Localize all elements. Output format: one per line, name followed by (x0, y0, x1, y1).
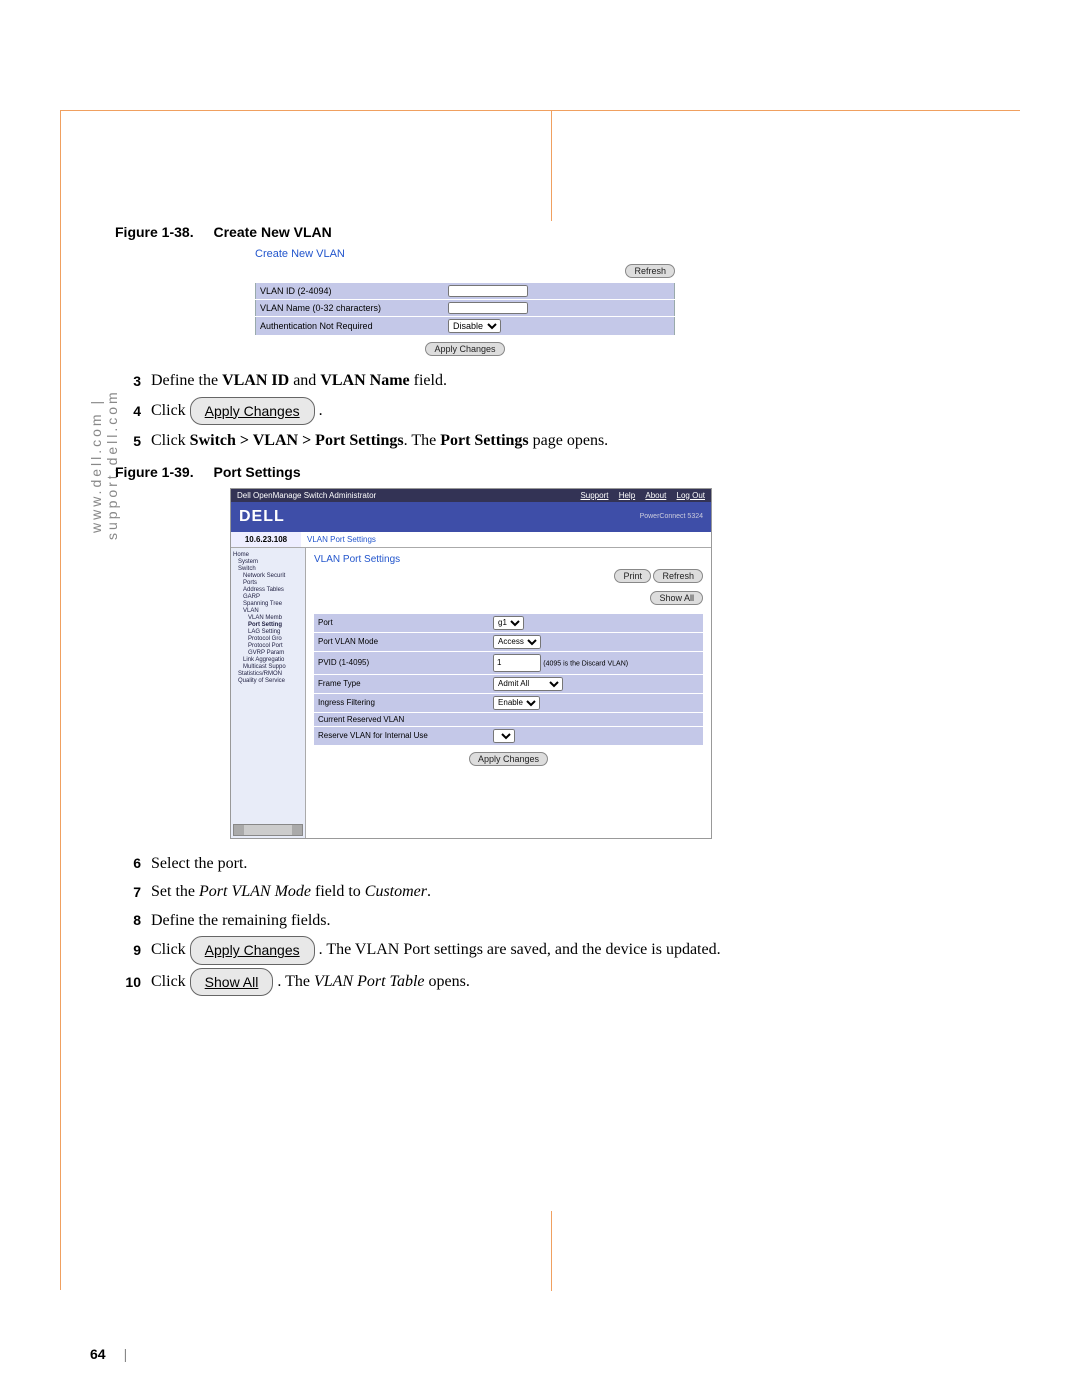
scrollbar-left-icon[interactable] (234, 825, 244, 835)
refresh-button[interactable]: Refresh (625, 264, 675, 278)
auth-label: Authentication Not Required (256, 317, 445, 336)
tree-lag-setting[interactable]: LAG Setting (233, 629, 303, 635)
show-all-button-step10[interactable]: Show All (190, 968, 274, 996)
tree-scrollbar[interactable] (233, 824, 303, 836)
tree-system[interactable]: System (233, 559, 303, 565)
about-link[interactable]: About (645, 491, 666, 500)
step-6-number: 6 (115, 852, 141, 874)
port-settings-form: Port g1 Port VLAN Mode Access PVID (1-40… (314, 613, 703, 746)
nav-tree[interactable]: Home System Switch Network Securit Ports… (231, 548, 306, 838)
create-vlan-form: VLAN ID (2-4094) VLAN Name (0-32 charact… (255, 282, 675, 336)
support-link[interactable]: Support (580, 491, 608, 500)
logo-bar: DELL PowerConnect 5324 (231, 502, 711, 532)
tree-stats-rmon[interactable]: Statistics/RMON (233, 671, 303, 677)
tree-qos[interactable]: Quality of Service (233, 678, 303, 684)
logout-link[interactable]: Log Out (677, 491, 705, 500)
figure-39-panel: Dell OpenManage Switch Administrator Sup… (230, 488, 712, 839)
vlan-name-input[interactable] (448, 302, 528, 314)
port-vlan-mode-label: Port VLAN Mode (314, 632, 489, 651)
figure-38-panel: Create New VLAN Refresh VLAN ID (2-4094)… (255, 248, 675, 356)
tree-switch[interactable]: Switch (233, 566, 303, 572)
vlan-id-label: VLAN ID (2-4094) (256, 283, 445, 300)
step-7-number: 7 (115, 881, 141, 903)
crop-mark-bottom (551, 1211, 552, 1291)
dell-logo: DELL (239, 508, 285, 526)
tree-vlan-memb[interactable]: VLAN Memb (233, 615, 303, 621)
crop-mark-top (551, 111, 552, 221)
tree-vlan[interactable]: VLAN (233, 608, 303, 614)
tree-gvrp-param[interactable]: GVRP Param (233, 650, 303, 656)
ingress-select[interactable]: Enable (493, 696, 540, 710)
figure-39-number: Figure 1-39. (115, 464, 194, 480)
refresh-button-fig39[interactable]: Refresh (653, 569, 703, 583)
figure-38-caption: Figure 1-38. Create New VLAN (115, 224, 935, 240)
apply-changes-button-step9[interactable]: Apply Changes (190, 936, 315, 964)
model-label: PowerConnect 5324 (640, 513, 703, 520)
figure-38-title: Create New VLAN (213, 224, 331, 240)
print-button[interactable]: Print (614, 569, 651, 583)
step-3-number: 3 (115, 370, 141, 392)
admin-topbar: Dell OpenManage Switch Administrator Sup… (231, 489, 711, 502)
scrollbar-right-icon[interactable] (292, 825, 302, 835)
tree-ports[interactable]: Ports (233, 580, 303, 586)
reserve-vlan-label: Reserve VLAN for Internal Use (314, 726, 489, 745)
step-8-number: 8 (115, 909, 141, 931)
port-settings-title: VLAN Port Settings (314, 554, 703, 565)
port-settings-main: VLAN Port Settings Print Refresh Show Al… (306, 548, 711, 838)
current-reserved-label: Current Reserved VLAN (314, 712, 489, 726)
port-vlan-mode-select[interactable]: Access (493, 635, 541, 649)
tree-protocol-gro[interactable]: Protocol Gro (233, 636, 303, 642)
admin-title: Dell OpenManage Switch Administrator (237, 491, 376, 500)
figure-39-caption: Figure 1-39. Port Settings (115, 464, 935, 480)
switch-ip: 10.6.23.108 (231, 532, 301, 548)
tree-network-security[interactable]: Network Securit (233, 573, 303, 579)
frame-type-select[interactable]: Admit All (493, 677, 563, 691)
step-4-number: 4 (115, 400, 141, 422)
step-10-number: 10 (115, 971, 141, 993)
tree-port-setting[interactable]: Port Setting (233, 622, 303, 628)
show-all-button-fig39[interactable]: Show All (650, 591, 703, 605)
page-number: 64| (90, 1346, 127, 1362)
ingress-label: Ingress Filtering (314, 693, 489, 712)
tree-home[interactable]: Home (233, 552, 303, 558)
pvid-input[interactable] (493, 654, 541, 672)
apply-changes-button-fig38[interactable]: Apply Changes (425, 342, 504, 356)
pvid-note: (4095 is the Discard VLAN) (543, 660, 628, 667)
pvid-label: PVID (1-4095) (314, 651, 489, 674)
step-5-number: 5 (115, 430, 141, 452)
vlan-name-label: VLAN Name (0-32 characters) (256, 300, 445, 317)
tree-spanning-tree[interactable]: Spanning Tree (233, 601, 303, 607)
tree-multicast[interactable]: Multicast Suppo (233, 664, 303, 670)
tree-garp[interactable]: GARP (233, 594, 303, 600)
apply-changes-button-fig39[interactable]: Apply Changes (469, 752, 548, 766)
port-select[interactable]: g1 (493, 616, 524, 630)
port-label: Port (314, 613, 489, 632)
tree-address-tables[interactable]: Address Tables (233, 587, 303, 593)
auth-select[interactable]: Disable (448, 319, 501, 333)
steps-group-b: 6 Select the port. 7 Set the Port VLAN M… (115, 851, 935, 997)
vlan-id-input[interactable] (448, 285, 528, 297)
tree-protocol-port[interactable]: Protocol Port (233, 643, 303, 649)
apply-changes-button-step4[interactable]: Apply Changes (190, 397, 315, 425)
step-9-number: 9 (115, 939, 141, 961)
steps-group-a: 3 Define the VLAN ID and VLAN Name field… (115, 368, 935, 454)
tree-link-agg[interactable]: Link Aggregatio (233, 657, 303, 663)
reserve-vlan-select[interactable] (493, 729, 515, 743)
create-vlan-title: Create New VLAN (255, 248, 675, 260)
page-content: Figure 1-38. Create New VLAN Create New … (115, 220, 935, 999)
frame-type-label: Frame Type (314, 674, 489, 693)
figure-39-title: Port Settings (213, 464, 300, 480)
figure-38-number: Figure 1-38. (115, 224, 194, 240)
help-link[interactable]: Help (619, 491, 635, 500)
breadcrumb: VLAN Port Settings (301, 532, 711, 548)
